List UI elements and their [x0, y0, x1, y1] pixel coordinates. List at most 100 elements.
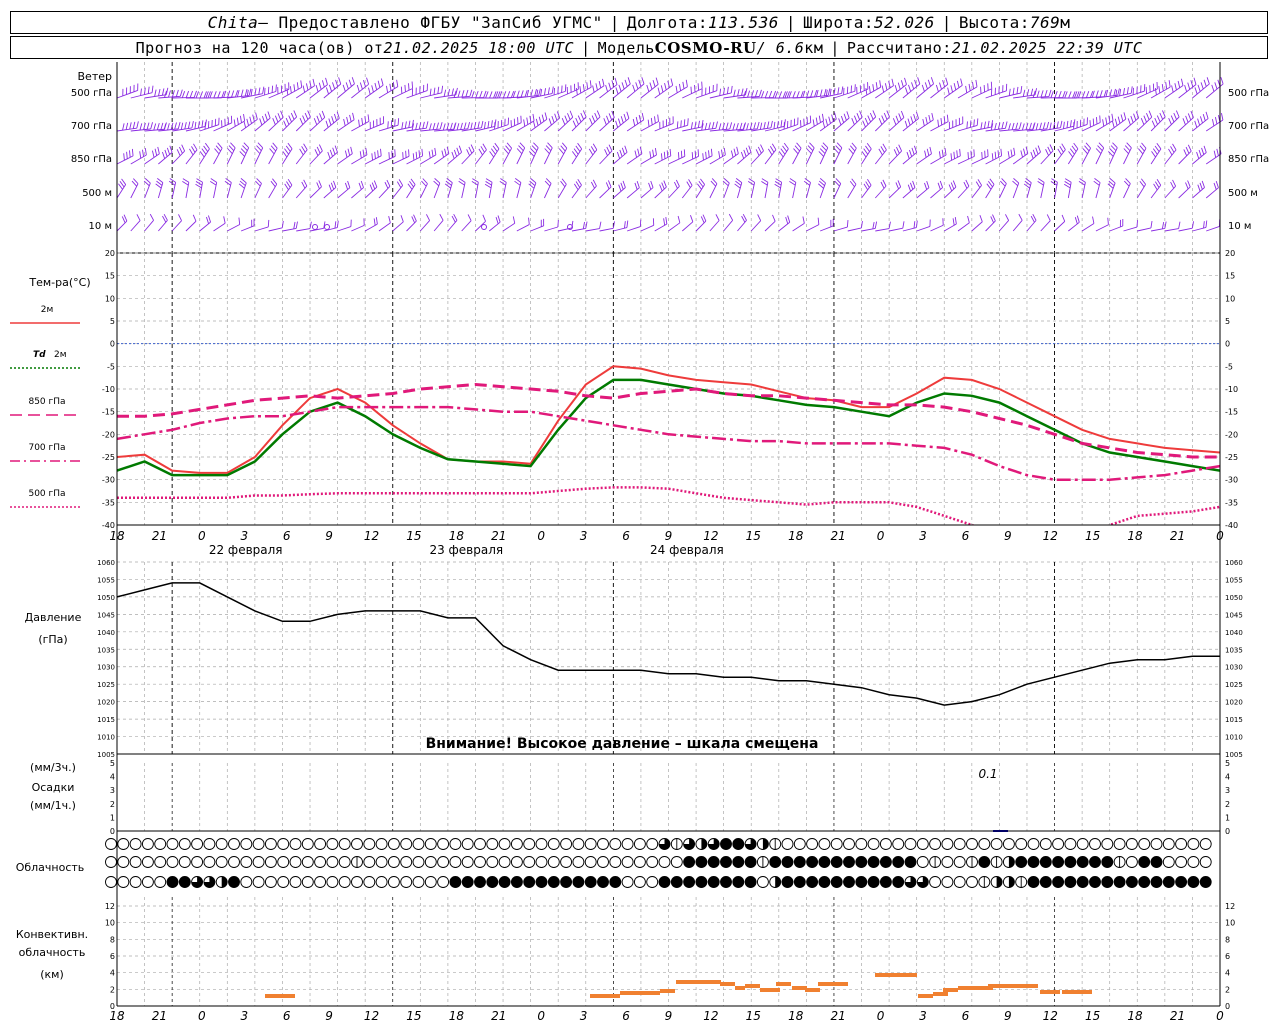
wind-barb-feather	[872, 110, 877, 118]
wind-barb-feather	[818, 151, 824, 157]
cloud-cell	[351, 856, 363, 868]
conv-title-1: Конвективн.	[16, 928, 88, 941]
wind-barb-feather	[774, 181, 782, 186]
wind-barb	[489, 91, 515, 99]
wind-barb-feather	[1063, 183, 1071, 189]
wind-barb-feather	[910, 116, 914, 124]
wind-barb	[833, 111, 850, 132]
cloud-circle	[1064, 838, 1077, 850]
wind-barb-shaft	[365, 122, 384, 132]
wind-barb-feather	[404, 121, 407, 129]
wind-barb-feather	[1042, 122, 1046, 130]
wind-barb	[323, 145, 338, 165]
wind-barb	[475, 214, 486, 232]
cloud-circle	[1138, 876, 1151, 888]
cloud-circle	[203, 838, 216, 850]
cloud-cell	[781, 856, 794, 868]
wind-barb	[957, 79, 978, 99]
wind-barb	[599, 77, 618, 99]
wind-barb-feather	[1085, 91, 1090, 98]
cloud-cell	[412, 838, 425, 850]
wind-barb	[806, 217, 820, 232]
wind-barb-feather	[663, 151, 666, 159]
calm-wind-circle	[312, 224, 318, 230]
wind-barb-feather	[272, 142, 278, 149]
cloud-cell	[892, 838, 905, 850]
wind-barb	[295, 179, 308, 199]
cloud-cell	[178, 856, 191, 868]
wind-barb-feather	[264, 113, 268, 121]
wind-barb	[471, 178, 479, 199]
cloud-cell	[633, 838, 646, 850]
wind-barb-feather	[199, 151, 205, 158]
wind-barb-feather	[582, 221, 586, 229]
wind-barb-feather	[952, 218, 955, 226]
wind-barb-feather	[802, 216, 805, 224]
cloud-circle	[1175, 838, 1188, 850]
wind-barb-feather	[730, 85, 733, 93]
wind-barb-feather	[315, 85, 319, 92]
cloud-cell	[1138, 876, 1151, 888]
wind-barb-feather	[621, 82, 625, 90]
wind-barb-feather	[189, 148, 194, 156]
cloud-cell	[978, 876, 991, 888]
cloud-cell	[141, 838, 154, 850]
wind-barb-feather	[1047, 146, 1052, 154]
wind-barb-feather	[1198, 149, 1202, 157]
date-label: 24 февраля	[650, 543, 724, 557]
wind-barb-feather	[897, 82, 901, 90]
cloud-circle	[105, 856, 117, 868]
wind-barb-shaft	[557, 116, 574, 132]
wind-barb-feather	[343, 118, 346, 126]
cloud-circle	[535, 876, 548, 888]
conv-cloud-bar	[745, 984, 760, 988]
wind-barb-feather	[136, 121, 139, 129]
wind-barb-feather	[256, 145, 262, 152]
cloud-cell	[732, 838, 745, 850]
wind-barb	[1150, 179, 1162, 199]
cloud-circle	[535, 856, 548, 868]
cloud-circle	[560, 856, 573, 868]
cloud-cell	[990, 856, 1003, 868]
wind-barb-feather	[809, 142, 815, 149]
wind-barb-feather	[994, 151, 997, 159]
wind-barb-feather	[1193, 77, 1197, 85]
wind-barb-feather	[214, 148, 220, 155]
wind-barb-shaft	[1205, 83, 1224, 99]
wind-barb-feather	[384, 181, 389, 189]
wind-barb-shaft	[337, 119, 355, 132]
wind-barb-feather	[132, 121, 136, 129]
hour-tick-label: 6	[962, 529, 970, 543]
cloud-circle	[203, 856, 216, 868]
cloud-circle	[178, 838, 191, 850]
wind-barb-feather	[485, 178, 493, 183]
wind-barb	[737, 213, 747, 232]
wind-barb	[502, 216, 516, 232]
wind-barb-feather	[356, 84, 360, 92]
wind-barb-shaft	[792, 147, 802, 165]
cloud-cell	[904, 876, 917, 888]
wind-barb-feather	[334, 145, 338, 153]
wind-barb-feather	[1170, 115, 1175, 123]
wind-barb-feather	[959, 148, 961, 156]
cloud-cell	[953, 856, 966, 868]
wind-barb	[447, 89, 473, 99]
wind-barb-feather	[865, 181, 870, 188]
cloud-circle	[646, 838, 659, 850]
wind-level-label-right: 700 гПа	[1228, 121, 1269, 132]
wind-barb-feather	[1184, 84, 1188, 92]
wind-barb	[998, 178, 1007, 199]
pressure-line	[116, 582, 1220, 706]
cloud-cell	[966, 838, 978, 850]
wind-barb-shaft	[792, 223, 805, 232]
cloud-circle	[867, 876, 880, 888]
wind-barb-shaft	[1192, 152, 1207, 165]
wind-barb-feather	[907, 118, 911, 126]
wind-barb-feather	[650, 180, 654, 188]
wind-barb-feather	[590, 181, 595, 189]
wind-barb-feather	[976, 118, 979, 126]
wind-barb-feather	[269, 148, 275, 155]
wind-barb-feather	[451, 88, 454, 96]
cloud-circle	[486, 838, 499, 850]
cloud-cell	[1175, 876, 1188, 888]
